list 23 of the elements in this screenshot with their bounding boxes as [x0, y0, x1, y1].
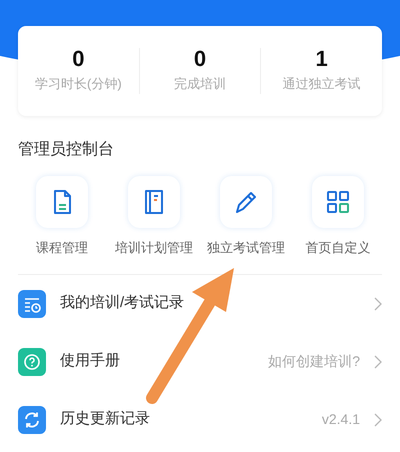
- stat-label: 通过独立考试: [282, 75, 361, 94]
- menu-item-detail: 如何创建培训?: [268, 352, 360, 371]
- grid-icon: [324, 188, 352, 216]
- stat-label: 完成培训: [174, 75, 226, 94]
- stat-label: 学习时长(分钟): [35, 75, 122, 94]
- console-shortcut[interactable]: 培训计划管理: [110, 176, 198, 258]
- console-shortcut[interactable]: 首页自定义: [294, 176, 382, 258]
- help-icon: [18, 348, 46, 376]
- section-title: 管理员控制台: [18, 140, 115, 160]
- chevron-right-icon: [374, 412, 382, 426]
- refresh-icon: [18, 406, 46, 434]
- list-clock-icon: [18, 290, 46, 318]
- menu-item-label[interactable]: 使用手册: [60, 350, 254, 373]
- menu-item-detail: v2.4.1: [322, 410, 360, 429]
- stat-value: 1: [316, 48, 328, 70]
- console-shortcut[interactable]: 独立考试管理: [202, 176, 290, 258]
- chevron-right-icon: [374, 296, 382, 310]
- stat-value: 0: [194, 48, 206, 70]
- console-shortcut[interactable]: 课程管理: [18, 176, 106, 258]
- menu-item-label[interactable]: 历史更新记录: [60, 408, 308, 431]
- menu-item-label[interactable]: 我的培训/考试记录: [60, 292, 360, 315]
- chevron-right-icon: [374, 354, 382, 368]
- stat-value: 0: [72, 48, 84, 70]
